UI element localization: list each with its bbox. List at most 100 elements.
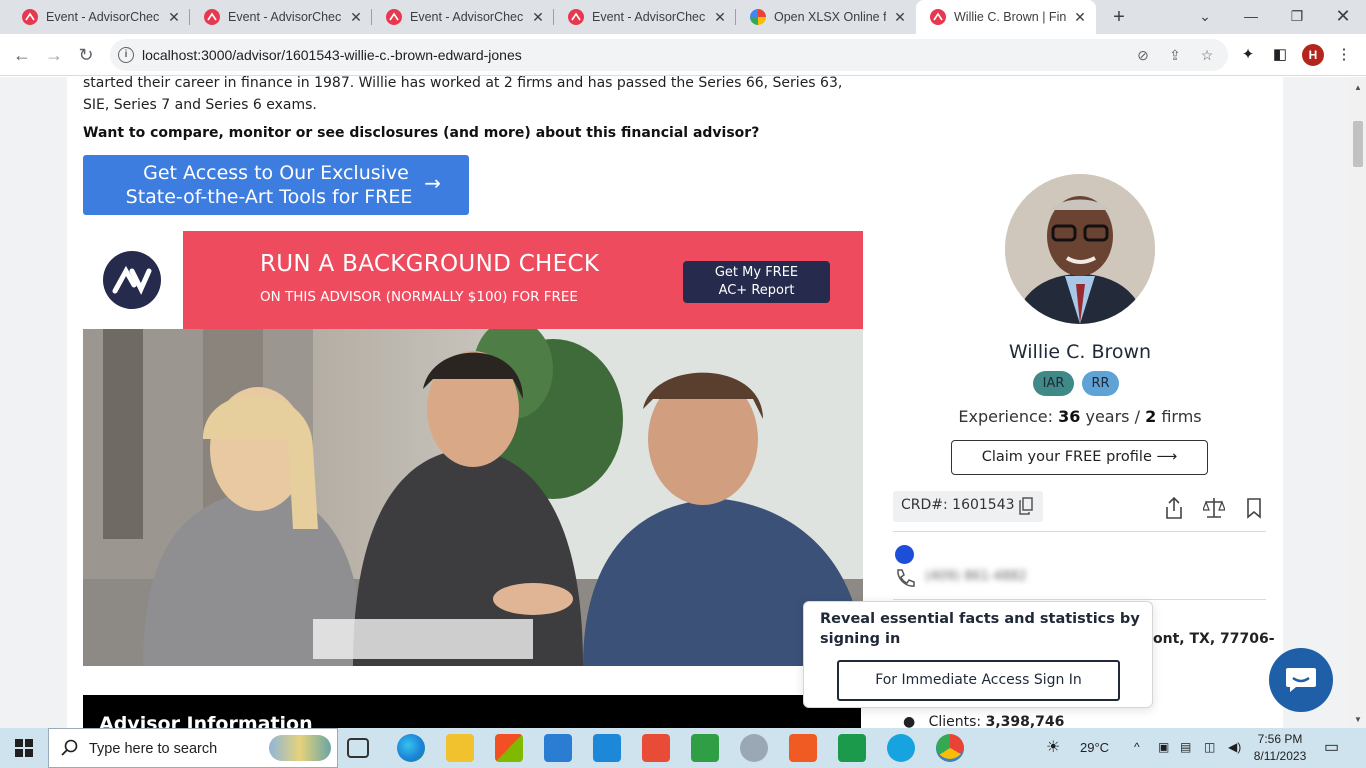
system-clock[interactable]: 7:56 PM 8/11/2023 — [1250, 731, 1310, 765]
signin-popup-text: Reveal essential facts and statistics by… — [820, 611, 1140, 647]
scrollbar-thumb[interactable] — [1353, 121, 1363, 167]
claim-profile-label: Claim your FREE profile — [981, 449, 1152, 465]
advisorcheck-icon — [22, 9, 38, 25]
chat-button[interactable] — [1269, 648, 1333, 712]
profile-avatar[interactable]: H — [1302, 44, 1324, 66]
tray-app-icon[interactable]: ▣ — [1158, 740, 1169, 754]
browser-tab-active[interactable]: Willie C. Brown | Finan ✕ — [916, 0, 1096, 34]
site-info-icon[interactable]: i — [118, 47, 134, 63]
advisor-name: Willie C. Brown — [1008, 341, 1152, 363]
scroll-down-icon[interactable]: ▼ — [1354, 715, 1362, 724]
temperature[interactable]: 29°C — [1080, 740, 1109, 755]
extensions-icon[interactable]: ✦ — [1238, 45, 1258, 65]
banner-red-panel: RUN A BACKGROUND CHECK ON THIS ADVISOR (… — [183, 231, 863, 329]
iar-badge: IAR — [1033, 371, 1074, 396]
network-icon[interactable]: ▤ — [1180, 740, 1191, 754]
free-report-button[interactable]: Get My FREE AC+ Report — [683, 261, 830, 303]
volume-icon[interactable]: ◀) — [1228, 740, 1241, 754]
close-icon[interactable]: ✕ — [166, 9, 182, 26]
google-icon — [750, 9, 766, 25]
close-icon[interactable]: ✕ — [712, 9, 728, 26]
browser-tab[interactable]: Open XLSX Online for ✕ — [736, 0, 916, 34]
windows-start-button[interactable] — [0, 728, 48, 768]
cta-line-1: Get Access to Our Exclusive — [143, 162, 409, 184]
rr-badge: RR — [1082, 371, 1119, 396]
close-icon[interactable]: ✕ — [1072, 9, 1088, 26]
page-scrollbar[interactable]: ▲ ▼ — [1350, 77, 1366, 728]
arrow-right-icon: ⟶ — [1156, 449, 1178, 465]
compare-scale-icon[interactable] — [1203, 496, 1225, 520]
advisorcheck-logo — [103, 251, 161, 309]
restore-button[interactable]: ❐ — [1274, 0, 1320, 34]
scroll-up-icon[interactable]: ▲ — [1354, 83, 1362, 92]
chat-icon — [1286, 668, 1316, 692]
tab-title: Willie C. Brown | Finan — [954, 10, 1066, 24]
copy-icon[interactable] — [1019, 497, 1033, 515]
globe-icon[interactable] — [895, 545, 914, 564]
menu-kebab-icon[interactable]: ⋮ — [1334, 45, 1354, 65]
notifications-icon[interactable]: ▭ — [1324, 737, 1339, 757]
advisorcheck-icon — [930, 9, 946, 25]
advisor-avatar — [1005, 174, 1155, 324]
chat-app-icon[interactable] — [838, 734, 866, 762]
crd-number[interactable]: CRD#: 1601543 — [893, 491, 1043, 522]
weather-icon[interactable]: ☀ — [1046, 737, 1060, 757]
edge-browser-icon[interactable] — [397, 734, 425, 762]
chevron-up-icon[interactable]: ^ — [1134, 740, 1140, 754]
tab-search-icon[interactable]: ⌄ — [1182, 0, 1228, 34]
address-text: ont, TX, 77706- — [1153, 631, 1275, 647]
chrome-icon[interactable] — [936, 734, 964, 762]
forward-button[interactable]: → — [40, 41, 68, 69]
banner-headline: RUN A BACKGROUND CHECK — [260, 251, 600, 277]
camera-blocked-icon[interactable]: ⊘ — [1134, 46, 1152, 64]
git-client-icon[interactable] — [642, 734, 670, 762]
search-placeholder: Type here to search — [89, 741, 218, 757]
sign-in-button[interactable]: For Immediate Access Sign In — [837, 660, 1120, 701]
reload-button[interactable]: ↻ — [72, 41, 100, 69]
skype-icon[interactable] — [887, 734, 915, 762]
experience-label: Experience: — [958, 407, 1054, 426]
minimize-button[interactable]: — — [1228, 0, 1274, 34]
experience-years: 36 — [1058, 407, 1081, 426]
new-tab-button[interactable]: + — [1106, 4, 1132, 30]
mail-icon[interactable] — [544, 734, 572, 762]
share-icon[interactable] — [1163, 496, 1185, 520]
close-icon[interactable]: ✕ — [530, 9, 546, 26]
search-highlight-icon — [269, 735, 331, 761]
experience-summary: Experience: 36 years / 2 firms — [930, 407, 1230, 426]
claim-profile-button[interactable]: Claim your FREE profile ⟶ — [951, 440, 1208, 475]
report-button-line-1: Get My FREE — [714, 265, 799, 280]
address-bar[interactable]: i localhost:3000/advisor/1601543-willie-… — [110, 39, 1228, 71]
bookmark-star-icon[interactable]: ☆ — [1198, 46, 1216, 64]
advisorcheck-icon — [386, 9, 402, 25]
wifi-icon[interactable]: ◫ — [1204, 740, 1215, 754]
side-panel-icon[interactable]: ◧ — [1270, 45, 1290, 65]
paint-app-icon[interactable] — [740, 734, 768, 762]
file-explorer-icon[interactable] — [446, 734, 474, 762]
windows-logo-icon — [15, 739, 33, 757]
back-button[interactable]: ← — [8, 41, 36, 69]
share-icon[interactable]: ⇪ — [1166, 46, 1184, 64]
browser-tab[interactable]: Event - AdvisorCheck ✕ — [554, 0, 736, 34]
microsoft-store-icon[interactable] — [495, 734, 523, 762]
get-access-button[interactable]: Get Access to Our Exclusive State-of-the… — [83, 155, 469, 215]
url-text[interactable]: localhost:3000/advisor/1601543-willie-c.… — [142, 47, 522, 63]
clock-time: 7:56 PM — [1257, 732, 1303, 746]
browser-toolbar: ← → ↻ i localhost:3000/advisor/1601543-w… — [0, 34, 1366, 76]
close-icon[interactable]: ✕ — [892, 9, 908, 26]
browser-tab[interactable]: Event - AdvisorCheck ✕ — [190, 0, 372, 34]
crd-text: CRD#: 1601543 — [901, 497, 1015, 513]
background-check-banner[interactable]: RUN A BACKGROUND CHECK ON THIS ADVISOR (… — [83, 231, 863, 329]
close-icon[interactable]: ✕ — [348, 9, 364, 26]
browser-tab[interactable]: Event - AdvisorCheck ✕ — [8, 0, 190, 34]
task-view-icon[interactable] — [347, 738, 369, 758]
spreadsheet-app-icon[interactable] — [691, 734, 719, 762]
tab-title: Event - AdvisorCheck — [592, 10, 706, 24]
window-close-button[interactable]: ✕ — [1320, 0, 1366, 34]
tab-title: Event - AdvisorCheck — [410, 10, 524, 24]
brave-browser-icon[interactable] — [789, 734, 817, 762]
browser-tab[interactable]: Event - AdvisorCheck ✕ — [372, 0, 554, 34]
vscode-icon[interactable] — [593, 734, 621, 762]
taskbar-search[interactable]: Type here to search — [48, 728, 338, 768]
bookmark-icon[interactable] — [1243, 496, 1265, 520]
